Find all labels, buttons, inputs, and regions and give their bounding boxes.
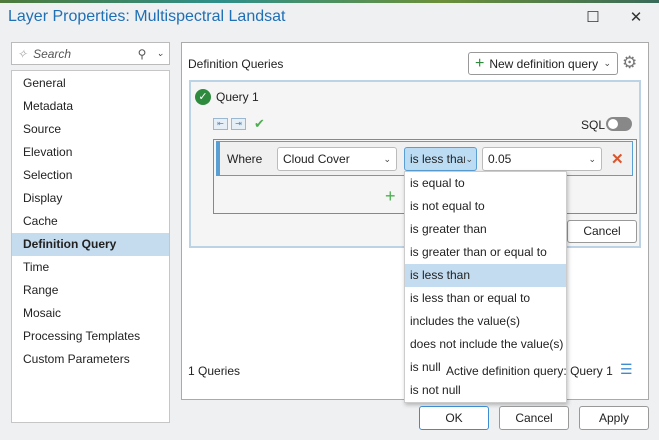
sidebar-item[interactable]: Custom Parameters	[12, 348, 169, 371]
gear-icon[interactable]: ⚙	[622, 53, 637, 73]
sidebar: General Metadata Source Elevation Selection D…	[11, 70, 170, 423]
operator-option[interactable]: is equal to	[405, 172, 566, 195]
apply-button[interactable]: Apply	[579, 406, 649, 430]
operator-value: is less than	[410, 152, 466, 166]
chevron-down-icon: ⌄	[588, 153, 596, 164]
sidebar-item[interactable]: Cache	[12, 210, 169, 233]
operator-option[interactable]: is not null	[405, 379, 566, 402]
sidebar-item[interactable]: Processing Templates	[12, 325, 169, 348]
new-definition-query-button[interactable]: + New definition query ⌄	[468, 52, 618, 75]
sidebar-item[interactable]: Time	[12, 256, 169, 279]
query-count: 1 Queries	[188, 364, 241, 378]
sidebar-item[interactable]: Metadata	[12, 95, 169, 118]
operator-option[interactable]: does not include the value(s)	[405, 333, 566, 356]
operator-option[interactable]: is less than or equal to	[405, 287, 566, 310]
sidebar-item[interactable]: General	[12, 72, 169, 95]
delete-clause-icon[interactable]: ✕	[611, 150, 624, 168]
indent-icon[interactable]: ⇥	[231, 118, 246, 130]
window-title: Layer Properties: Multispectral Landsat	[8, 8, 286, 25]
section-heading: Definition Queries	[188, 57, 284, 71]
operator-option[interactable]: is greater than	[405, 218, 566, 241]
chevron-down-icon[interactable]: ⌄	[156, 48, 164, 59]
outdent-icon[interactable]: ⇤	[213, 118, 228, 130]
chevron-down-icon: ⌄	[603, 58, 611, 68]
operator-option[interactable]: is not equal to	[405, 195, 566, 218]
close-button[interactable]: ✕	[626, 8, 646, 26]
query-name: Query 1	[216, 90, 259, 104]
value-text: 0.05	[488, 152, 512, 166]
search-input[interactable]: ✧ Search ⚲ ⌄	[11, 42, 170, 65]
sql-label: SQL	[581, 118, 606, 132]
where-label: Where	[227, 152, 263, 166]
operator-option[interactable]: includes the value(s)	[405, 310, 566, 333]
active-query-label: Active definition query: Query 1	[446, 364, 613, 378]
value-input[interactable]: 0.05 ⌄	[482, 147, 602, 171]
maximize-button[interactable]: ☐	[583, 8, 603, 26]
validate-check-icon[interactable]: ✔	[254, 116, 265, 132]
sidebar-item[interactable]: Mosaic	[12, 302, 169, 325]
sidebar-item[interactable]: Range	[12, 279, 169, 302]
list-icon[interactable]: ☰	[620, 361, 633, 378]
cancel-button[interactable]: Cancel	[499, 406, 569, 430]
operator-option[interactable]: is greater than or equal to	[405, 241, 566, 264]
ok-button[interactable]: OK	[419, 406, 489, 430]
sidebar-item[interactable]: Elevation	[12, 141, 169, 164]
check-circle-icon: ✓	[195, 89, 211, 105]
sparkle-icon: ✧	[17, 46, 28, 61]
chevron-down-icon: ⌄	[465, 153, 473, 164]
add-clause-icon[interactable]: +	[385, 186, 396, 207]
sidebar-item[interactable]: Definition Query	[12, 233, 169, 256]
search-icon[interactable]: ⚲	[138, 47, 147, 61]
query-cancel-button[interactable]: Cancel	[567, 220, 637, 243]
field-select[interactable]: Cloud Cover ⌄	[277, 147, 397, 171]
map-strip	[0, 0, 659, 3]
search-placeholder: Search	[33, 46, 72, 61]
operator-option[interactable]: is less than	[405, 264, 566, 287]
sidebar-item[interactable]: Selection	[12, 164, 169, 187]
sidebar-item[interactable]: Source	[12, 118, 169, 141]
sidebar-item[interactable]: Display	[12, 187, 169, 210]
operator-select[interactable]: is less than ⌄	[404, 147, 477, 171]
new-query-label: New definition query	[489, 56, 599, 71]
chevron-down-icon: ⌄	[383, 153, 391, 164]
plus-icon: +	[475, 54, 485, 72]
sql-toggle[interactable]	[606, 117, 632, 131]
field-value: Cloud Cover	[283, 152, 350, 166]
